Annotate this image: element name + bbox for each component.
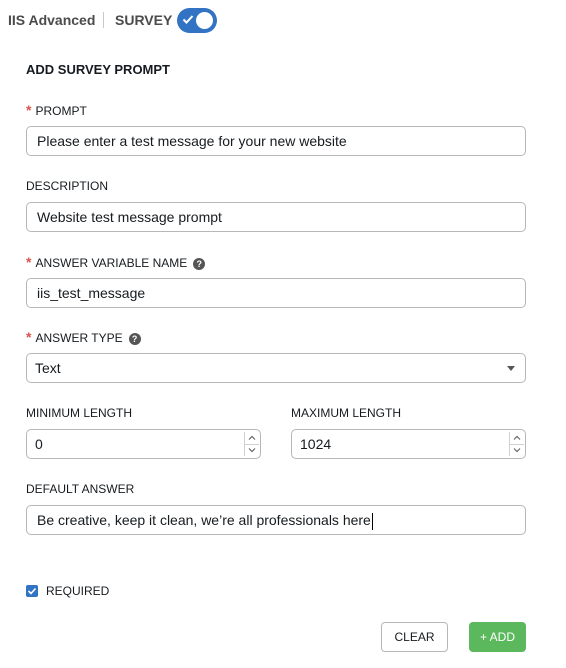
answer-type-label-text: ANSWER TYPE xyxy=(35,331,123,345)
check-icon xyxy=(27,587,37,595)
prompt-label-text: PROMPT xyxy=(35,104,87,118)
answer-variable-name-input[interactable]: iis_test_message xyxy=(26,278,526,308)
default-answer-input[interactable]: Be creative, keep it clean, we’re all pr… xyxy=(26,505,526,535)
answer-type-select[interactable]: Text xyxy=(26,353,526,383)
prompt-label: * PROMPT xyxy=(26,102,87,118)
minimum-length-label: MINIMUM LENGTH xyxy=(26,406,132,420)
maximum-length-input[interactable]: 1024 xyxy=(291,429,526,459)
default-answer-label: DEFAULT ANSWER xyxy=(26,482,135,496)
answer-variable-name-label: * ANSWER VARIABLE NAME? xyxy=(26,254,206,270)
default-answer-value: Be creative, keep it clean, we’re all pr… xyxy=(37,512,371,528)
required-star: * xyxy=(26,329,32,345)
description-input[interactable]: Website test message prompt xyxy=(26,202,526,232)
maximum-length-value: 1024 xyxy=(300,436,332,452)
survey-label: SURVEY xyxy=(115,12,173,28)
required-star: * xyxy=(26,254,32,270)
clear-button[interactable]: CLEAR xyxy=(381,622,448,652)
answer-variable-name-label-text: ANSWER VARIABLE NAME xyxy=(35,256,188,270)
number-stepper[interactable] xyxy=(244,432,259,456)
header-divider xyxy=(103,12,104,28)
number-stepper[interactable] xyxy=(509,432,524,456)
toggle-knob xyxy=(196,12,213,29)
answer-type-label: * ANSWER TYPE? xyxy=(26,329,141,345)
text-cursor xyxy=(371,512,373,530)
minimum-length-value: 0 xyxy=(35,436,43,452)
survey-toggle[interactable] xyxy=(177,8,217,33)
add-button[interactable]: + ADD xyxy=(469,622,526,652)
maximum-length-label: MAXIMUM LENGTH xyxy=(291,406,402,420)
description-label: DESCRIPTION xyxy=(26,179,109,193)
stepper-down-icon[interactable] xyxy=(510,444,524,456)
required-checkbox[interactable] xyxy=(26,585,38,597)
required-label: REQUIRED xyxy=(46,584,110,598)
question-circle-icon[interactable]: ? xyxy=(193,258,206,270)
question-circle-icon[interactable]: ? xyxy=(128,333,141,345)
template-title: IIS Advanced xyxy=(8,12,96,28)
prompt-input[interactable]: Please enter a test message for your new… xyxy=(26,126,526,156)
required-star: * xyxy=(26,102,32,118)
check-icon xyxy=(182,15,194,24)
answer-type-value: Text xyxy=(35,360,61,376)
minimum-length-input[interactable]: 0 xyxy=(26,429,261,459)
stepper-down-icon[interactable] xyxy=(245,444,259,456)
caret-down-icon xyxy=(507,366,515,371)
section-title: ADD SURVEY PROMPT xyxy=(26,62,170,77)
